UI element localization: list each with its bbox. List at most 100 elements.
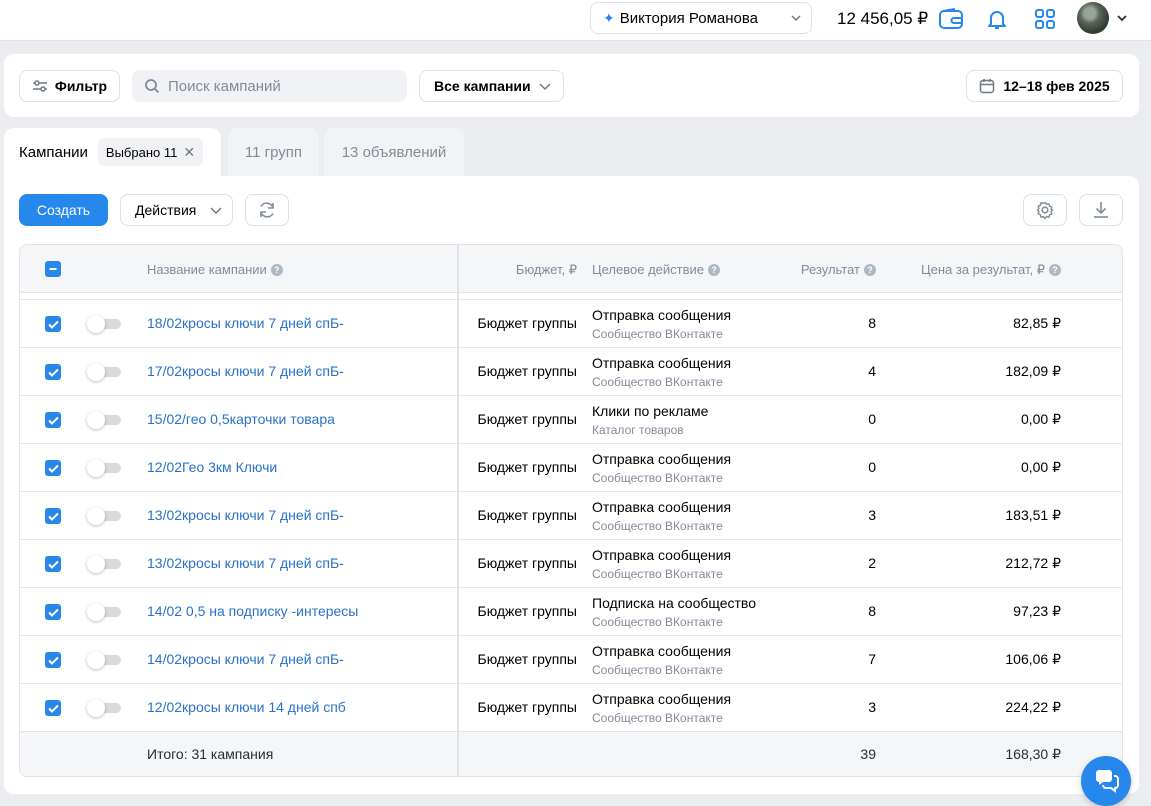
campaign-name-link[interactable]: 14/02кросы ключи 7 дней спБ- xyxy=(147,651,344,667)
result-cell: 8 xyxy=(868,315,876,331)
row-checkbox[interactable] xyxy=(45,556,61,572)
campaign-name-link[interactable]: 13/02кросы ключи 7 дней спБ- xyxy=(147,555,344,571)
gear-icon xyxy=(1036,201,1054,220)
goal-cell: Отправка сообщения xyxy=(592,547,732,563)
goal-subtitle: Сообщество ВКонтакте xyxy=(592,663,723,677)
table-row[interactable]: 14/02 0,5 на подписку -интересы Бюджет гр… xyxy=(20,587,1122,635)
table-footer: Итого: 31 кампания 39 168,30 ₽ xyxy=(20,731,1122,776)
campaign-name-link[interactable]: 13/02кросы ключи 7 дней спБ- xyxy=(147,507,344,523)
status-toggle[interactable] xyxy=(87,506,121,526)
download-icon xyxy=(1094,202,1108,218)
bell-icon[interactable] xyxy=(984,6,1010,32)
header-budget-label: Бюджет, ₽ xyxy=(515,262,577,277)
goal-cell: Отправка сообщения xyxy=(592,451,732,467)
wallet-icon[interactable] xyxy=(938,6,964,32)
status-toggle[interactable] xyxy=(87,650,121,670)
result-cell: 3 xyxy=(868,699,876,715)
top-bar: ✦ Виктория Романова 12 456,05 ₽ xyxy=(0,0,1151,41)
help-icon[interactable]: ? xyxy=(1049,264,1061,276)
budget-cell: Бюджет группы xyxy=(477,699,578,715)
price-cell: 106,06 ₽ xyxy=(1005,651,1061,667)
create-button[interactable]: Создать xyxy=(19,194,108,226)
goal-subtitle: Сообщество ВКонтакте xyxy=(592,711,723,725)
chevron-down-icon xyxy=(210,207,222,215)
status-toggle[interactable] xyxy=(87,362,121,382)
tab-ads[interactable]: 13 объявлений xyxy=(324,128,464,176)
table-row[interactable]: 12/02Гео 3км Ключи Бюджет группы Отправка … xyxy=(20,443,1122,491)
status-toggle[interactable] xyxy=(87,602,121,622)
status-toggle[interactable] xyxy=(87,410,121,430)
search-input[interactable] xyxy=(168,77,388,95)
goal-cell: Клики по рекламе xyxy=(592,403,709,419)
apps-grid-icon[interactable] xyxy=(1032,6,1058,32)
row-checkbox[interactable] xyxy=(45,412,61,428)
filter-icon xyxy=(32,80,47,92)
row-checkbox[interactable] xyxy=(45,508,61,524)
column-divider xyxy=(457,245,459,776)
header-budget[interactable]: Бюджет, ₽ xyxy=(457,262,577,278)
account-name: Виктория Романова xyxy=(619,9,759,27)
header-price[interactable]: Цена за результат, ₽? xyxy=(916,262,1061,278)
settings-button[interactable] xyxy=(1023,194,1067,226)
result-cell: 0 xyxy=(868,459,876,475)
campaign-name-link[interactable]: 17/02кросы ключи 7 дней спБ- xyxy=(147,363,344,379)
status-toggle[interactable] xyxy=(87,314,121,334)
filter-label: Фильтр xyxy=(54,78,108,94)
row-checkbox[interactable] xyxy=(45,316,61,332)
header-goal[interactable]: Целевое действие? xyxy=(592,262,720,277)
header-name-label: Название кампании xyxy=(147,262,267,277)
help-icon[interactable]: ? xyxy=(864,263,876,276)
header-result[interactable]: Результат? xyxy=(780,262,876,277)
campaign-type-select[interactable]: Все кампании xyxy=(419,70,564,102)
table-row[interactable]: 14/02кросы ключи 7 дней спБ- Бюджет групп… xyxy=(20,635,1122,683)
tab-groups[interactable]: 11 групп xyxy=(228,128,319,176)
chat-icon xyxy=(1096,770,1119,793)
help-icon[interactable]: ? xyxy=(708,263,720,276)
row-checkbox[interactable] xyxy=(45,604,61,620)
row-checkbox[interactable] xyxy=(45,652,61,668)
chevron-down-icon[interactable] xyxy=(1116,13,1128,23)
price-cell: 82,85 ₽ xyxy=(1013,315,1061,331)
goal-subtitle: Сообщество ВКонтакте xyxy=(592,327,723,341)
budget-cell: Бюджет группы xyxy=(477,363,578,379)
campaign-name-link[interactable]: 15/02/гео 0,5карточки товара xyxy=(147,411,335,427)
account-select[interactable]: ✦ Виктория Романова xyxy=(590,2,812,34)
table-row[interactable]: 18/02кросы ключи 7 дней спБ- Бюджет групп… xyxy=(20,299,1122,347)
search-icon xyxy=(145,79,160,94)
table-row[interactable]: 13/02кросы ключи 7 дней спБ- Бюджет групп… xyxy=(20,491,1122,539)
status-toggle[interactable] xyxy=(87,698,121,718)
row-checkbox[interactable] xyxy=(45,460,61,476)
budget-cell: Бюджет группы xyxy=(477,315,578,331)
sparkle-icon: ✦ xyxy=(603,9,615,26)
status-toggle[interactable] xyxy=(87,554,121,574)
status-toggle[interactable] xyxy=(87,458,121,478)
table-row[interactable]: 12/02кросы ключи 14 дней спб Бюджет групп… xyxy=(20,683,1122,731)
chat-button[interactable] xyxy=(1081,756,1131,806)
table-row[interactable]: 13/02кросы ключи 7 дней спБ- Бюджет групп… xyxy=(20,539,1122,587)
tab-campaigns[interactable]: Кампании Выбрано 11 ✕ xyxy=(4,128,221,176)
help-icon[interactable]: ? xyxy=(270,263,283,276)
table-row[interactable]: 15/02/гео 0,5карточки товара Бюджет групп… xyxy=(20,395,1122,443)
campaign-name-link[interactable]: 12/02Гео 3км Ключи xyxy=(147,459,277,475)
close-icon[interactable]: ✕ xyxy=(183,144,195,161)
row-checkbox[interactable] xyxy=(45,700,61,716)
calendar-icon xyxy=(980,79,995,94)
actions-label: Действия xyxy=(135,202,197,218)
table-row[interactable]: 17/02кросы ключи 7 дней спБ- Бюджет групп… xyxy=(20,347,1122,395)
date-range-label: 12–18 фев 2025 xyxy=(1003,78,1110,94)
budget-cell: Бюджет группы xyxy=(477,555,578,571)
campaign-name-link[interactable]: 18/02кросы ключи 7 дней спБ- xyxy=(147,315,344,331)
row-checkbox[interactable] xyxy=(45,364,61,380)
selected-chip: Выбрано 11 ✕ xyxy=(97,138,204,166)
filter-button[interactable]: Фильтр xyxy=(19,70,120,102)
actions-dropdown[interactable]: Действия xyxy=(120,194,233,226)
campaign-name-link[interactable]: 12/02кросы ключи 14 дней спб xyxy=(147,699,346,715)
refresh-icon xyxy=(260,202,274,218)
select-all-checkbox[interactable] xyxy=(45,261,61,277)
campaign-name-link[interactable]: 14/02 0,5 на подписку -интересы xyxy=(147,603,358,619)
header-name[interactable]: Название кампании? xyxy=(147,262,283,277)
refresh-button[interactable] xyxy=(245,194,289,226)
download-button[interactable] xyxy=(1079,194,1123,226)
date-range-button[interactable]: 12–18 фев 2025 xyxy=(966,70,1123,102)
avatar[interactable] xyxy=(1077,2,1109,34)
